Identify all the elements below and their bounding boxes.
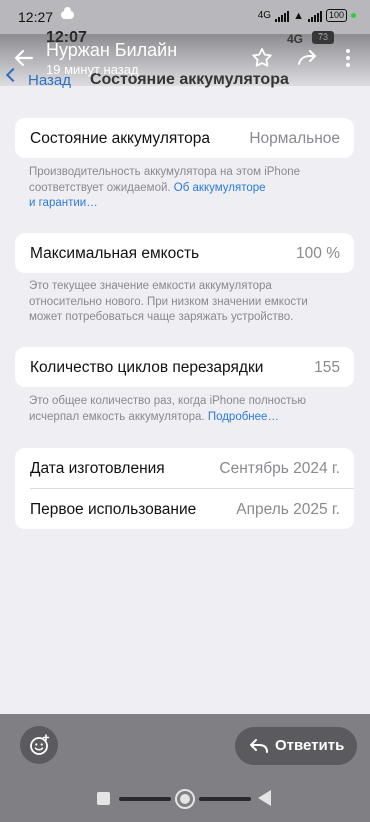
- dates-card: Дата изготовления Сентябрь 2024 г. Перво…: [15, 448, 354, 529]
- about-battery-link[interactable]: Об аккумуляторе: [174, 182, 266, 194]
- max-capacity-value: 100 %: [296, 245, 340, 262]
- wifi-icon: ▲: [293, 9, 304, 22]
- note-line: Это текущее значение емкости аккумулятор…: [29, 280, 272, 292]
- note-line: относительно нового. При низком значении…: [29, 295, 308, 308]
- reply-label: Ответить: [275, 737, 345, 754]
- max-capacity-row: Максимальная емкость 100 %: [15, 233, 354, 273]
- nav-back-icon[interactable]: [258, 790, 271, 806]
- message-time-ago: 19 минут назад: [46, 62, 139, 77]
- forward-icon[interactable]: [295, 46, 319, 70]
- warranty-link[interactable]: и гарантии…: [29, 196, 349, 212]
- privacy-dot-icon: [351, 13, 356, 18]
- back-arrow-icon[interactable]: [12, 46, 36, 70]
- status-time: 12:27: [18, 9, 54, 25]
- reply-button[interactable]: Ответить: [235, 727, 357, 765]
- max-capacity-label: Максимальная емкость: [30, 245, 200, 262]
- status-indicators: 4G ▲ 100: [258, 9, 356, 22]
- battery-health-label: Состояние аккумулятора: [30, 130, 211, 147]
- max-capacity-card: Максимальная емкость 100 %: [15, 233, 354, 273]
- cloud-icon: [61, 7, 74, 19]
- home-icon[interactable]: [175, 789, 195, 809]
- manufacture-date-row: Дата изготовления Сентябрь 2024 г.: [15, 448, 354, 489]
- battery-health-note: Производительность аккумулятора на этом …: [29, 165, 349, 212]
- note-line: исчерпал емкость аккумулятора.: [29, 410, 208, 423]
- emoji-button[interactable]: [20, 726, 58, 764]
- cycle-count-value: 155: [314, 359, 340, 376]
- battery-health-row[interactable]: Состояние аккумулятора Нормальное: [15, 118, 354, 158]
- battery-health-card: Состояние аккумулятора Нормальное: [15, 118, 354, 158]
- more-options-icon[interactable]: [336, 46, 360, 70]
- learn-more-link[interactable]: Подробнее…: [208, 411, 279, 423]
- network-label: 4G: [257, 10, 272, 21]
- note-line: Производительность аккумулятора на этом …: [29, 166, 301, 178]
- star-icon[interactable]: [250, 46, 274, 70]
- battery-indicator: 100: [325, 9, 347, 22]
- first-use-label: Первое использование: [30, 501, 197, 518]
- cycle-count-label: Количество циклов перезарядки: [30, 359, 264, 376]
- max-capacity-note: Это текущее значение емкости аккумулятор…: [29, 279, 349, 326]
- sender-name: Нуржан Билайн: [46, 40, 178, 60]
- emoji-add-icon: [30, 734, 50, 755]
- battery-health-value: Нормальное: [249, 130, 340, 147]
- signal-icon-2: [307, 10, 322, 22]
- first-use-row: Первое использование Апрель 2025 г.: [15, 489, 354, 529]
- manufacture-date-value: Сентябрь 2024 г.: [219, 460, 340, 477]
- note-line: Это общее количество раз, когда iPhone п…: [29, 395, 307, 407]
- manufacture-date-label: Дата изготовления: [30, 460, 165, 477]
- note-line: может потребоваться чаще заряжать устрой…: [29, 311, 294, 323]
- first-use-value: Апрель 2025 г.: [236, 501, 340, 518]
- note-line: соответствует ожидаемой.: [29, 181, 174, 194]
- signal-icon: [275, 10, 290, 22]
- recents-icon[interactable]: [97, 792, 110, 805]
- nav-divider: [199, 797, 251, 801]
- cycle-count-card: Количество циклов перезарядки 155: [15, 347, 354, 387]
- cycle-count-row: Количество циклов перезарядки 155: [15, 347, 354, 387]
- cycle-count-note: Это общее количество раз, когда iPhone п…: [29, 394, 349, 425]
- reply-arrow-icon: [250, 739, 268, 753]
- nav-divider: [119, 797, 171, 801]
